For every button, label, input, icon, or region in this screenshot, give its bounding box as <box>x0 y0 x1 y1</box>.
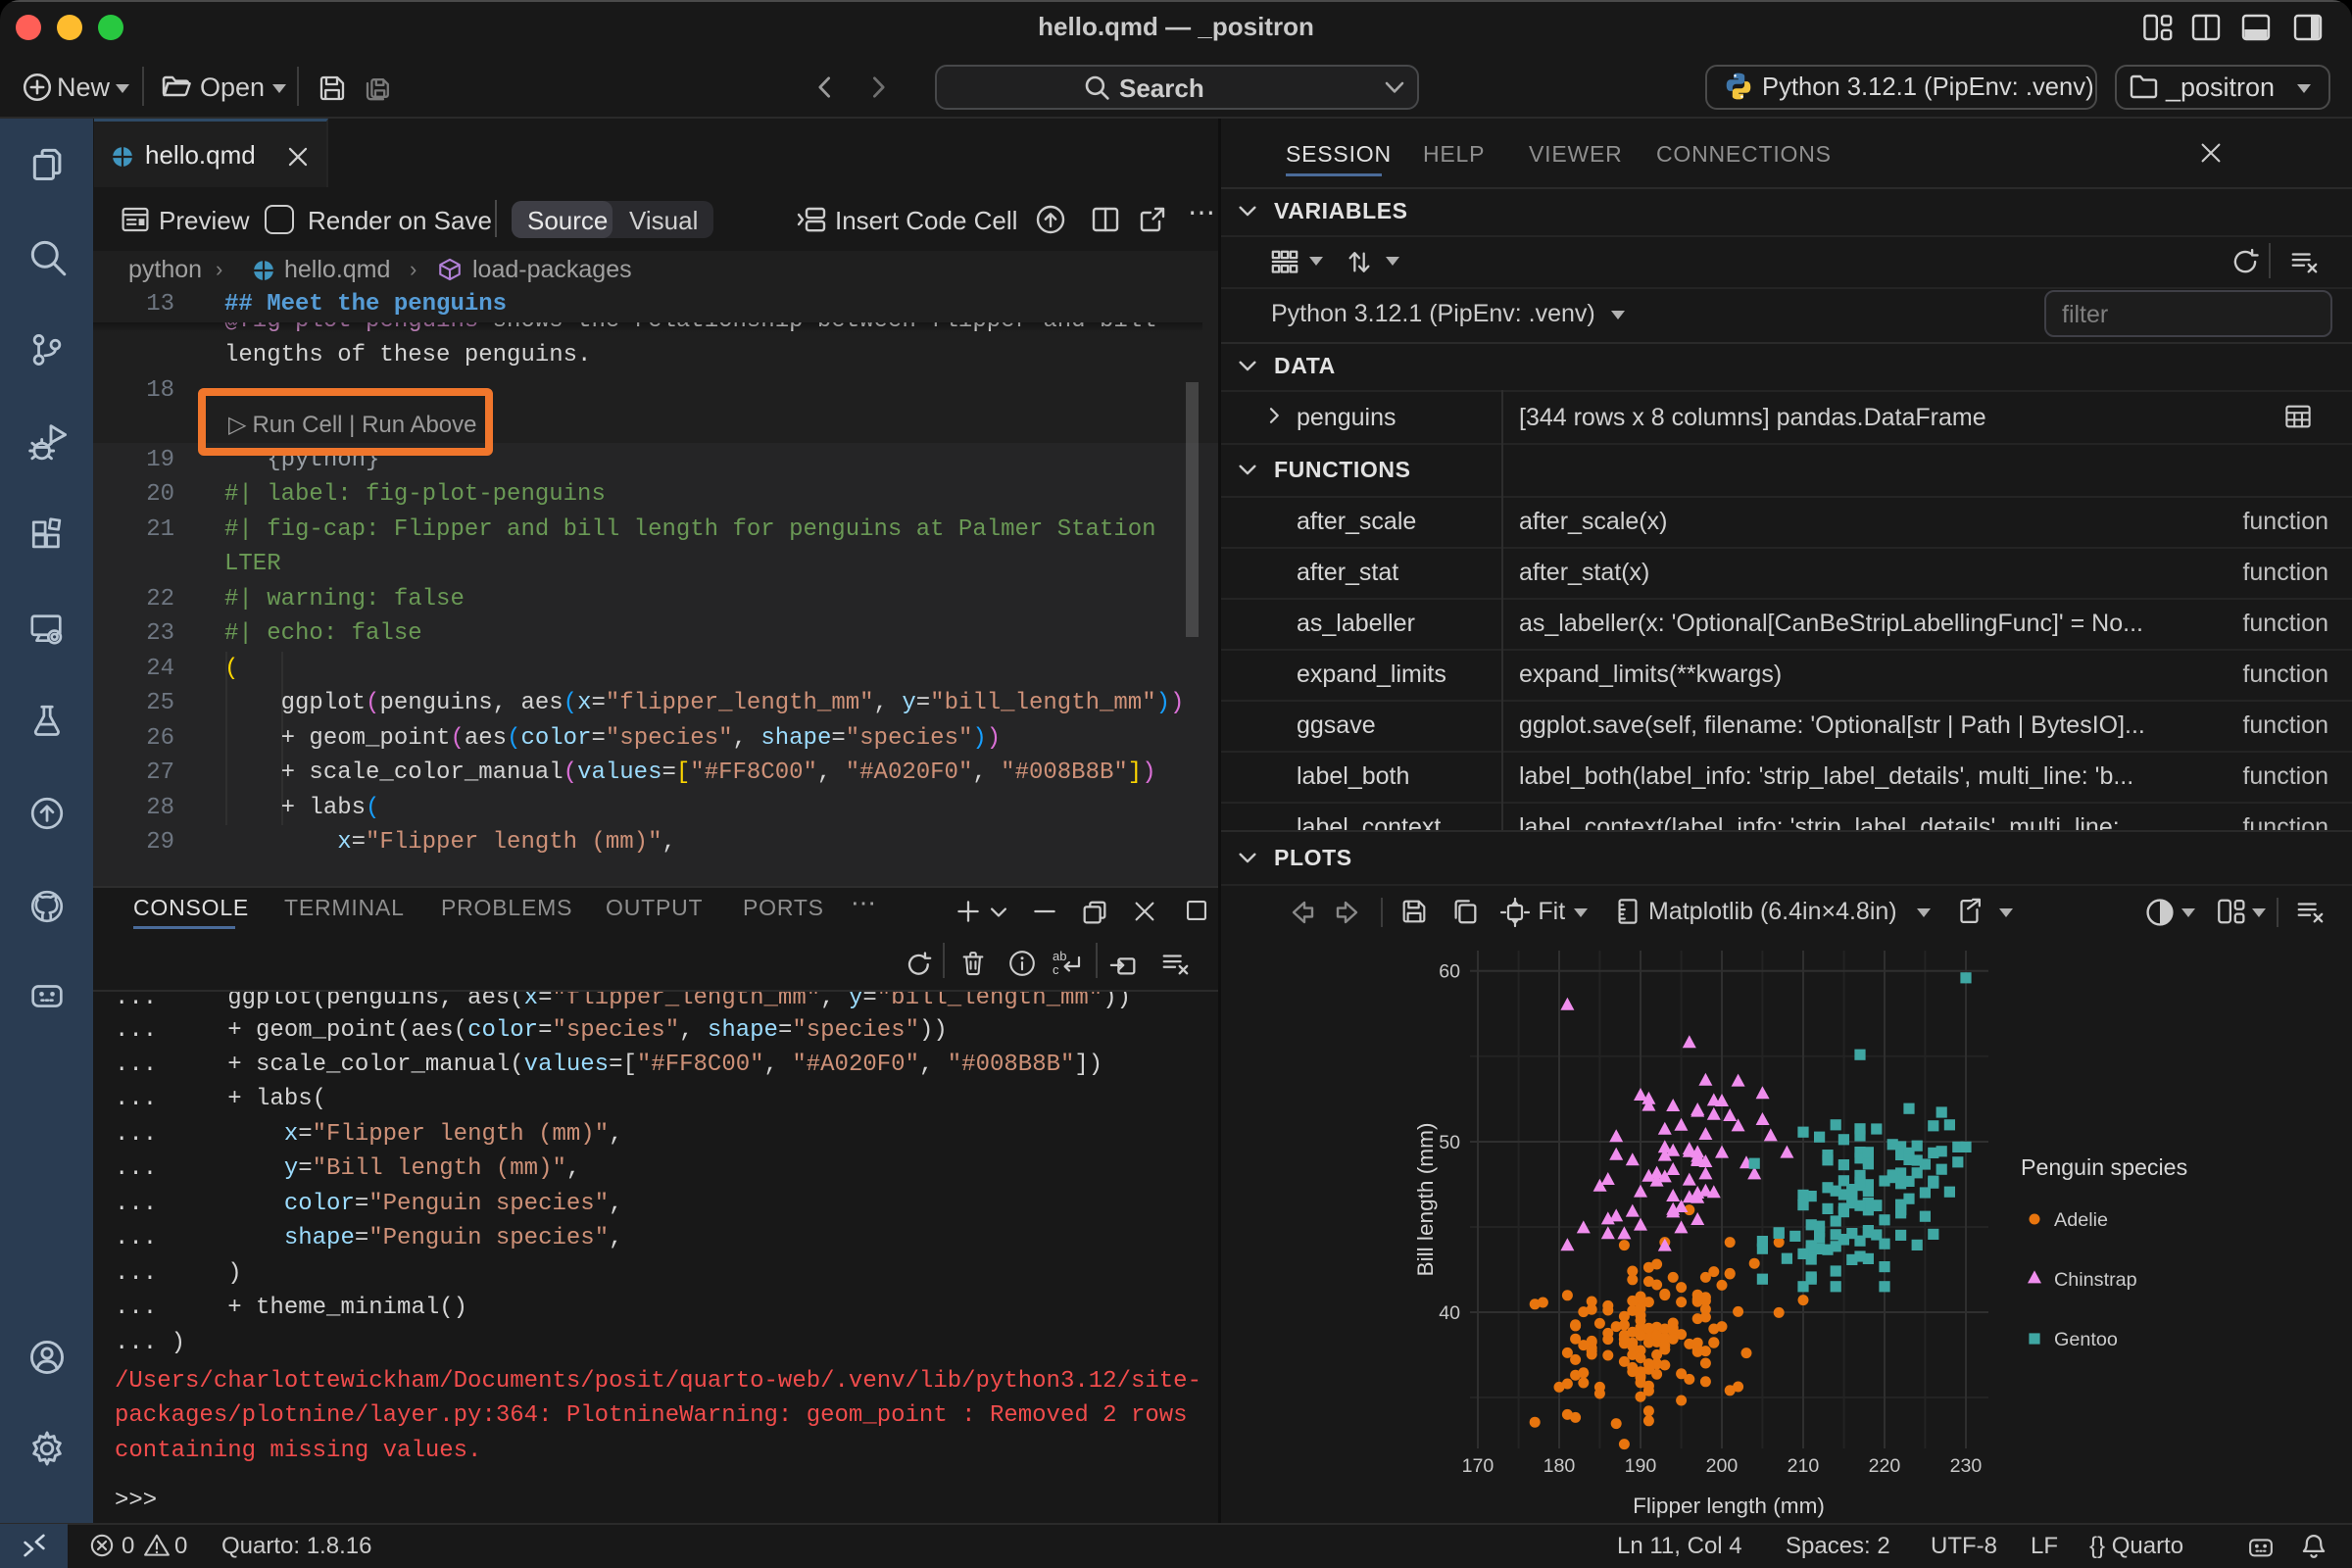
svg-text:200: 200 <box>1706 1455 1739 1477</box>
svg-text:Gentoo: Gentoo <box>2054 1329 2118 1350</box>
svg-text:230: 230 <box>1950 1455 1983 1477</box>
svg-text:Chinstrap: Chinstrap <box>2054 1269 2137 1291</box>
svg-text:40: 40 <box>1439 1302 1460 1324</box>
svg-text:c: c <box>1053 962 1059 977</box>
svg-text:Flipper length (mm): Flipper length (mm) <box>1633 1494 1825 1518</box>
svg-text:Adelie: Adelie <box>2054 1209 2108 1231</box>
svg-text:180: 180 <box>1544 1455 1576 1477</box>
svg-text:210: 210 <box>1788 1455 1820 1477</box>
svg-text:Bill length (mm): Bill length (mm) <box>1413 1123 1438 1277</box>
svg-text:220: 220 <box>1869 1455 1901 1477</box>
svg-text:Penguin species: Penguin species <box>2021 1154 2187 1180</box>
svg-text:ab: ab <box>1053 949 1066 963</box>
svg-text:60: 60 <box>1439 961 1460 983</box>
svg-text:170: 170 <box>1462 1455 1494 1477</box>
svg-text:50: 50 <box>1439 1132 1460 1153</box>
svg-text:190: 190 <box>1625 1455 1657 1477</box>
